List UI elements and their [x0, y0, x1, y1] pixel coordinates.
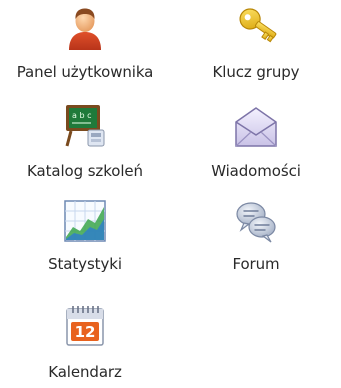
menu-item-label: Katalog szkoleń: [27, 162, 143, 180]
key-icon: [239, 8, 277, 43]
dashboard-menu: Panel użytkownika Klucz grupy a b c Kata…: [0, 0, 341, 381]
menu-item-forum[interactable]: Forum: [171, 197, 341, 291]
menu-item-label: Panel użytkownika: [16, 63, 154, 81]
envelope-icon: [235, 107, 277, 147]
menu-item-label: Forum: [232, 255, 280, 273]
menu-item-messages[interactable]: Wiadomości: [171, 100, 341, 194]
calendar-day-number: 12: [75, 323, 96, 341]
chat-bubbles-icon: [236, 202, 276, 243]
menu-item-label: Kalendarz: [48, 363, 122, 381]
user-icon: [69, 8, 101, 50]
calendar-icon: 12: [66, 306, 104, 346]
menu-item-label: Klucz grupy: [212, 63, 300, 81]
svg-text:a b c: a b c: [72, 111, 91, 120]
menu-item-label: Wiadomości: [211, 162, 301, 180]
menu-item-group-key[interactable]: Klucz grupy: [171, 0, 341, 94]
chart-icon: [64, 200, 106, 242]
menu-item-calendar[interactable]: 12 Kalendarz: [0, 294, 170, 388]
menu-item-training-catalog[interactable]: a b c Katalog szkoleń: [0, 100, 170, 194]
menu-item-user-panel[interactable]: Panel użytkownika: [0, 0, 170, 94]
menu-item-statistics[interactable]: Statystyki: [0, 197, 170, 291]
menu-item-label: Statystyki: [48, 255, 122, 273]
chalkboard-icon: a b c: [65, 105, 105, 147]
